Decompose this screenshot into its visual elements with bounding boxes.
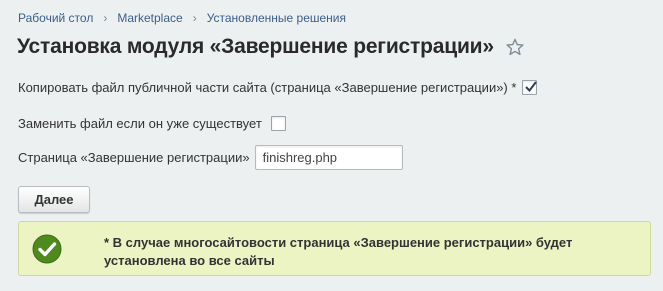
copy-public-checkbox[interactable]	[522, 80, 538, 95]
replace-existing-label: Заменить файл если он уже существует	[18, 116, 262, 131]
breadcrumb-marketplace[interactable]: Marketplace	[117, 11, 182, 25]
page-title: Установка модуля «Завершение регистрации…	[17, 35, 494, 58]
copy-public-row: Копировать файл публичной части сайта (с…	[18, 80, 538, 95]
replace-existing-checkbox[interactable]	[270, 116, 286, 131]
page-field-input[interactable]	[254, 145, 403, 170]
breadcrumb-desktop[interactable]: Рабочий стол	[18, 11, 93, 25]
notice-text: * В случае многосайтовости страница «Зав…	[104, 235, 573, 268]
copy-public-label: Копировать файл публичной части сайта (с…	[18, 80, 517, 95]
info-notice: * В случае многосайтовости страница «Зав…	[18, 221, 651, 276]
breadcrumb-installed-solutions[interactable]: Установленные решения	[207, 11, 346, 25]
page-field-label: Страница «Завершение регистрации»	[18, 150, 250, 165]
next-button[interactable]: Далее	[18, 186, 90, 213]
replace-existing-row: Заменить файл если он уже существует	[18, 116, 286, 131]
breadcrumb: Рабочий стол › Marketplace › Установленные р…	[18, 11, 346, 25]
title-row: Установка модуля «Завершение регистрации…	[17, 35, 524, 59]
breadcrumb-separator: ›	[192, 11, 197, 25]
star-icon[interactable]	[506, 38, 524, 56]
checkmark-icon	[525, 81, 538, 93]
page-field-row: Страница «Завершение регистрации»	[18, 145, 403, 170]
breadcrumb-separator: ›	[103, 11, 108, 25]
check-circle-icon	[32, 234, 62, 264]
